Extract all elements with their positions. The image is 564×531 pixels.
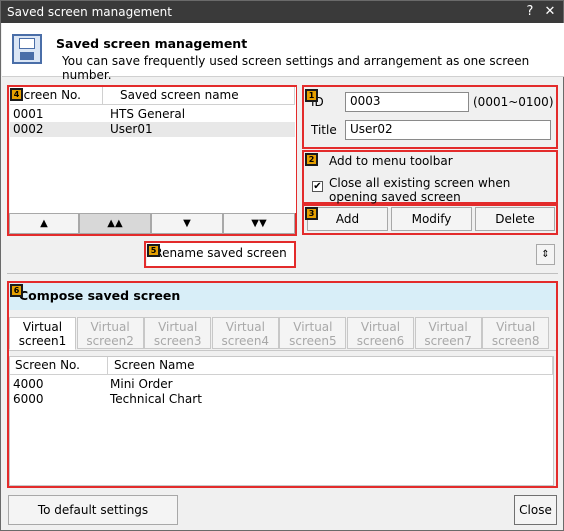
tab-label-line2: screen1 [18, 334, 67, 348]
virtual-screen-tabs: Virtual screen1 Virtual screen2 Virtual scree… [9, 317, 556, 351]
title-label: Title [311, 123, 337, 137]
move-down-button[interactable]: ▼ [151, 213, 223, 234]
list-item[interactable]: 6000 Technical Chart [10, 392, 553, 407]
badge-6: 6 [10, 284, 23, 297]
modify-button[interactable]: Modify [391, 207, 472, 231]
title-bar: Saved screen management ? ✕ [1, 1, 563, 23]
tab-virtual-screen-6[interactable]: Virtual screen6 [347, 317, 414, 349]
badge-3: 3 [305, 207, 318, 220]
list-item[interactable]: 4000 Mini Order [10, 377, 553, 392]
tab-label-line1: Virtual [22, 320, 63, 334]
section-divider [7, 273, 558, 274]
delete-button[interactable]: Delete [475, 207, 555, 231]
header-description: You can save frequently used screen sett… [62, 54, 530, 82]
window-title: Saved screen management [7, 5, 172, 19]
dialog-header: Saved screen management You can save fre… [2, 23, 564, 82]
tab-virtual-screen-7[interactable]: Virtual screen7 [414, 317, 482, 349]
tab-label-line2: screen2 [86, 334, 134, 348]
save-disk-icon [12, 34, 42, 64]
tab-label-line2: screen8 [491, 334, 540, 348]
tab-virtual-screen-3[interactable]: Virtual screen3 [144, 317, 212, 349]
tab-label-line2: screen6 [356, 334, 405, 348]
column-header-saved-name[interactable]: Saved screen name [103, 87, 295, 105]
tab-label-line1: Virtual [158, 320, 198, 334]
close-existing-label[interactable]: Close all existing screen when opening s… [329, 176, 554, 204]
close-icon[interactable]: ✕ [541, 3, 559, 21]
tab-label-line2: screen7 [424, 334, 472, 348]
tab-label-line2: screen3 [153, 334, 202, 348]
default-settings-button[interactable]: To default settings [8, 495, 178, 525]
tab-virtual-screen-8[interactable]: Virtual screen8 [482, 317, 550, 349]
compose-screen-list[interactable]: Screen No. Screen Name 4000 Mini Order 6… [9, 356, 554, 486]
badge-1: 1 [305, 89, 318, 102]
dialog-window: Saved screen management ? ✕ Saved screen… [0, 0, 564, 531]
title-field[interactable]: User02 [345, 120, 551, 140]
tab-virtual-screen-4[interactable]: Virtual screen4 [211, 317, 279, 349]
tab-virtual-screen-5[interactable]: Virtual screen5 [279, 317, 347, 349]
close-existing-checkbox[interactable]: ✔ [312, 181, 323, 192]
tab-label-line1: Virtual [90, 320, 130, 334]
column-header-screen-no[interactable]: Screen No. [10, 87, 103, 105]
add-to-toolbar-label[interactable]: Add to menu toolbar [329, 154, 453, 168]
move-bottom-button[interactable]: ▼▼ [223, 213, 295, 234]
header-title: Saved screen management [56, 36, 248, 51]
badge-4: 4 [10, 88, 23, 101]
column-header-screen-no[interactable]: Screen No. [10, 357, 108, 375]
tab-label-line1: Virtual [428, 320, 468, 334]
tab-divider [9, 350, 556, 351]
list-item[interactable]: 0002 User01 [10, 122, 295, 137]
tab-label-line1: Virtual [360, 320, 401, 334]
badge-5: 5 [147, 244, 160, 257]
move-top-button[interactable]: ▲▲ [79, 213, 151, 234]
add-button[interactable]: Add [307, 207, 388, 231]
id-range-hint: (0001~0100) [473, 95, 554, 109]
close-button[interactable]: Close [514, 495, 557, 525]
tab-label-line1: Virtual [225, 320, 265, 334]
tab-label-line2: screen4 [221, 334, 270, 348]
tab-virtual-screen-1[interactable]: Virtual screen1 [9, 317, 76, 350]
column-header-screen-name[interactable]: Screen Name [108, 357, 553, 375]
compose-section-title: Compose saved screen [9, 283, 556, 310]
tab-label-line2: screen5 [289, 334, 337, 348]
tab-virtual-screen-2[interactable]: Virtual screen2 [76, 317, 144, 349]
rename-saved-screen-button[interactable]: Rename saved screen [147, 243, 294, 266]
saved-screen-list[interactable]: Screen No. Saved screen name 0001 HTS Ge… [10, 87, 296, 213]
help-icon[interactable]: ? [521, 3, 539, 21]
tab-label-line1: Virtual [293, 320, 333, 334]
list-item[interactable]: 0001 HTS General [10, 107, 295, 122]
expand-toggle-button[interactable]: ⇕ [536, 244, 555, 265]
badge-2: 2 [305, 153, 318, 166]
tab-label-line1: Virtual [496, 320, 536, 334]
id-field[interactable]: 0003 [345, 92, 469, 112]
move-up-button[interactable]: ▲ [9, 213, 79, 234]
